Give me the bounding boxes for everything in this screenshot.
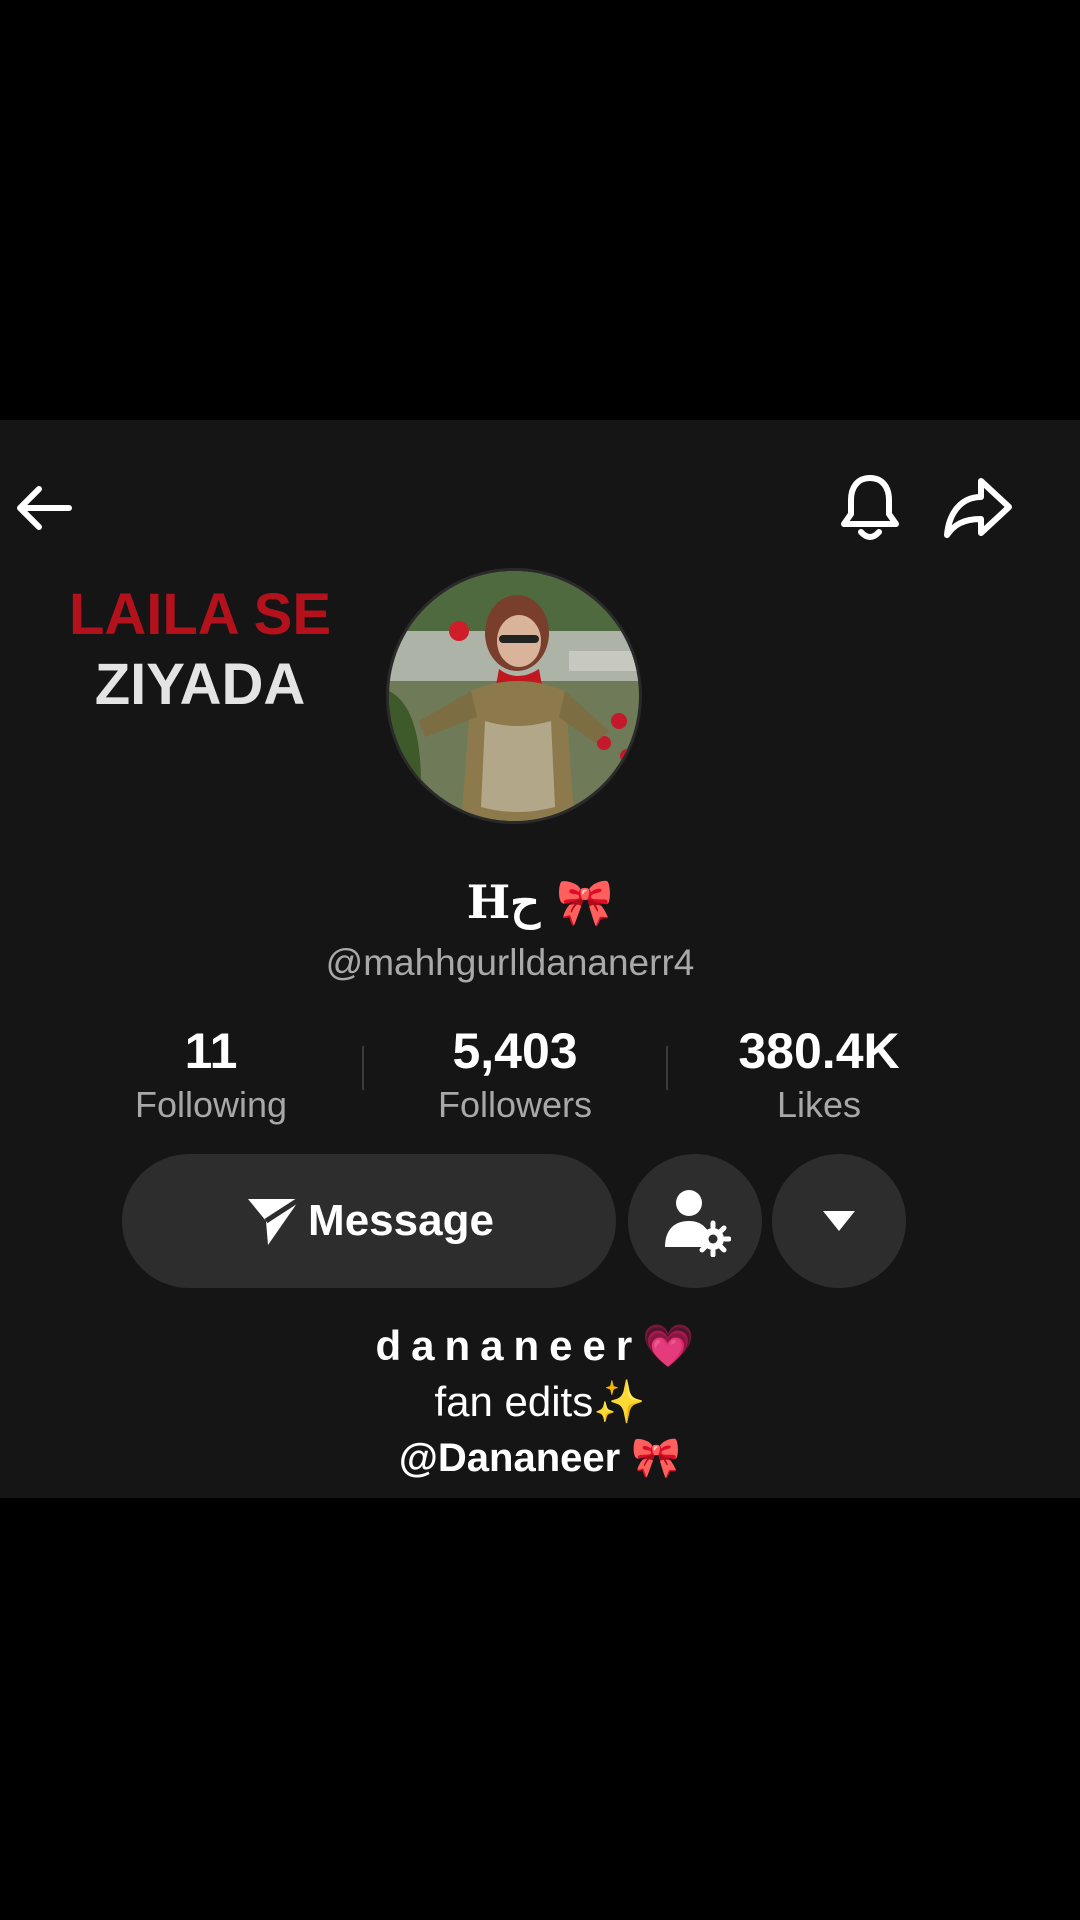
- stat-divider: [666, 1046, 668, 1090]
- friend-settings-button[interactable]: [628, 1154, 762, 1288]
- followers-label: Followers: [437, 1084, 593, 1125]
- following-stat[interactable]: 11 Following: [91, 1020, 331, 1128]
- display-name: Hح 🎀: [466, 875, 614, 929]
- paper-plane-icon: [248, 1196, 302, 1245]
- back-button[interactable]: [4, 468, 84, 548]
- likes-count: 380.4K: [738, 1023, 900, 1079]
- likes-label: Likes: [776, 1084, 862, 1125]
- overlay-caption-line1: LAILA SE: [68, 582, 332, 647]
- following-count: 11: [184, 1023, 238, 1079]
- message-button[interactable]: Message: [122, 1154, 616, 1288]
- likes-stat[interactable]: 380.4K Likes: [699, 1020, 939, 1128]
- bell-icon: [841, 475, 899, 540]
- following-label: Following: [134, 1084, 288, 1125]
- overlay-caption-line2: ZIYADA: [94, 652, 306, 717]
- stat-divider: [362, 1046, 364, 1090]
- bio-line: dananeer💗: [375, 1322, 705, 1369]
- share-button[interactable]: [938, 468, 1018, 548]
- profile-bio: dananeer💗 fan edits✨ @Dananeer 🎀: [240, 1318, 840, 1486]
- user-settings-icon: [665, 1190, 731, 1257]
- arrow-left-icon: [17, 486, 72, 530]
- followers-stat[interactable]: 5,403 Followers: [395, 1020, 635, 1128]
- avatar-photo: [389, 571, 639, 821]
- profile-avatar[interactable]: [386, 568, 642, 824]
- message-label: Message: [308, 1196, 494, 1245]
- bio-mention-link[interactable]: @Dananeer 🎀: [240, 1430, 840, 1486]
- username: @mahhgurlldananerr4: [325, 942, 695, 983]
- caret-down-icon: [823, 1211, 855, 1231]
- bio-line: fan edits✨: [434, 1378, 646, 1425]
- share-arrow-icon: [944, 478, 1012, 538]
- followers-count: 5,403: [452, 1023, 578, 1079]
- notifications-button[interactable]: [830, 468, 910, 548]
- video-overlay-caption: LAILA SE ZIYADA: [60, 580, 340, 720]
- more-options-button[interactable]: [772, 1154, 906, 1288]
